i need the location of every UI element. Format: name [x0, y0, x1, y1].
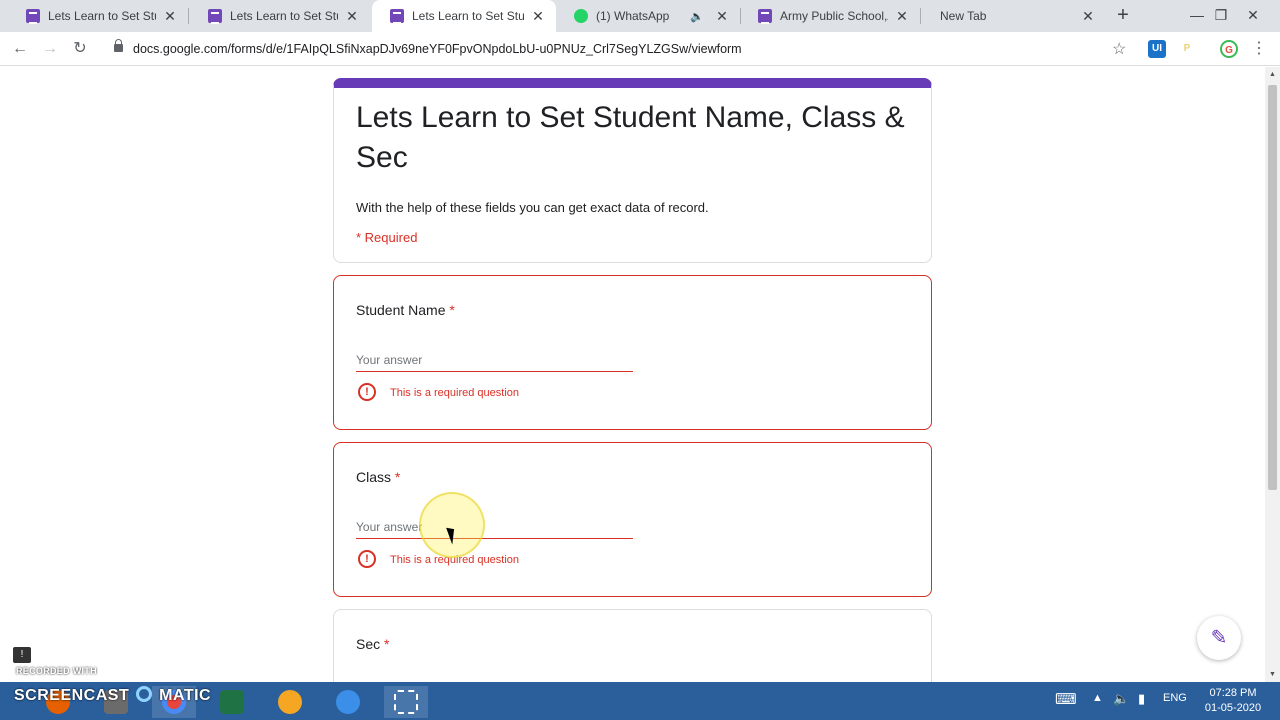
scroll-up-arrow-icon[interactable]: ▲	[1268, 71, 1277, 78]
clock-time: 07:28 PM	[1209, 687, 1257, 699]
question-card-class: Class * ! This is a required question	[333, 442, 932, 597]
browser-tab-6[interactable]: New Tab ✕	[922, 0, 1106, 32]
question-text: Sec	[356, 636, 381, 652]
tab-title: New Tab	[940, 9, 987, 23]
app-icon	[336, 690, 360, 714]
error-icon: !	[358, 550, 376, 568]
question-card-sec: Sec *	[333, 609, 932, 682]
restore-icon[interactable]: ❐	[1206, 0, 1236, 32]
scroll-thumb[interactable]	[1268, 85, 1277, 490]
scroll-down-arrow-icon[interactable]: ▼	[1268, 671, 1277, 678]
browser-toolbar: ← → ↻ docs.google.com/forms/d/e/1FAIpQLS…	[0, 32, 1280, 66]
student-name-input[interactable]	[356, 348, 633, 372]
required-asterisk: *	[394, 469, 401, 485]
taskbar-snipping-tool[interactable]	[384, 686, 428, 718]
required-note: * Required	[356, 230, 418, 245]
clock-date: 01-05-2020	[1204, 702, 1262, 714]
taskbar-app[interactable]	[268, 686, 312, 718]
question-text: Student Name	[356, 302, 446, 318]
new-tab-button[interactable]: +	[1112, 5, 1134, 26]
error-message: This is a required question	[390, 554, 520, 566]
close-icon[interactable]: ✕	[162, 8, 178, 25]
watermark-matic: MATIC	[159, 687, 212, 704]
keyboard-icon[interactable]: ⌨	[1055, 690, 1077, 708]
address-bar[interactable]: docs.google.com/forms/d/e/1FAIpQLSfiNxap…	[100, 36, 1140, 62]
tray-expand-icon[interactable]: ▲	[1092, 692, 1103, 704]
tab-strip: Lets Learn to Set Studen ✕ Lets Learn to…	[0, 0, 1280, 32]
close-icon[interactable]: ✕	[530, 8, 546, 25]
tab-title: Army Public School,Ahm	[780, 9, 888, 23]
taskbar-clock[interactable]: 07:28 PM 01-05-2020	[1198, 686, 1268, 716]
watermark-recorded-with: RECORDED WITH	[16, 666, 97, 676]
watermark-screencast: SCREENCAST	[14, 687, 130, 704]
watermark-o-icon	[136, 686, 153, 702]
question-label: Student Name *	[356, 302, 455, 318]
close-icon[interactable]: ✕	[894, 8, 910, 25]
tab-title: Lets Learn to Set Studen	[48, 9, 156, 23]
reload-icon[interactable]: ↻	[69, 38, 91, 60]
forms-icon	[208, 9, 222, 24]
forms-icon	[26, 9, 40, 24]
error-message: This is a required question	[390, 387, 520, 399]
question-label: Sec *	[356, 636, 389, 652]
class-input[interactable]	[356, 515, 633, 539]
browser-tab-4[interactable]: (1) WhatsApp 🔈 ✕	[556, 0, 741, 32]
recording-alert-icon: !	[13, 647, 31, 663]
question-text: Class	[356, 469, 392, 485]
snipping-tool-icon	[394, 690, 418, 714]
tab-title: (1) WhatsApp	[596, 9, 670, 23]
url-text[interactable]: docs.google.com/forms/d/e/1FAIpQLSfiNxap…	[133, 42, 742, 56]
whatsapp-icon	[574, 9, 588, 23]
speaker-icon[interactable]: 🔈	[690, 10, 704, 23]
browser-tab-3-active[interactable]: Lets Learn to Set Studen ✕	[372, 0, 556, 32]
extension-ui-icon[interactable]: UI	[1148, 40, 1166, 58]
forms-icon	[758, 9, 772, 24]
tab-title: Lets Learn to Set Studen	[412, 9, 524, 23]
back-arrow-icon[interactable]: ←	[9, 38, 31, 60]
watermark-brand: SCREENCAST MATIC	[14, 686, 211, 705]
app-icon	[278, 690, 302, 714]
close-icon[interactable]: ✕	[714, 8, 730, 25]
taskbar-excel[interactable]	[210, 686, 254, 718]
question-card-student-name: Student Name * ! This is a required ques…	[333, 275, 932, 430]
network-icon[interactable]: ▮	[1138, 691, 1145, 707]
form-header-card: Lets Learn to Set Student Name, Class & …	[333, 78, 932, 263]
lock-icon	[114, 39, 123, 52]
tab-separator	[188, 8, 189, 24]
edit-pencil-button[interactable]: ✎	[1197, 616, 1241, 660]
forward-arrow-icon[interactable]: →	[39, 38, 61, 60]
tab-title: Lets Learn to Set Studen	[230, 9, 338, 23]
window-close-icon[interactable]: ✕	[1238, 0, 1268, 32]
close-icon[interactable]: ✕	[1080, 8, 1096, 25]
forms-icon	[390, 9, 404, 24]
bookmark-star-icon[interactable]: ☆	[1112, 39, 1126, 59]
extension-p-icon[interactable]: P	[1178, 40, 1196, 58]
browser-tab-2[interactable]: Lets Learn to Set Studen ✕	[190, 0, 370, 32]
question-label: Class *	[356, 469, 400, 485]
form-title: Lets Learn to Set Student Name, Class & …	[356, 101, 905, 174]
excel-icon	[220, 690, 244, 714]
page-scrollbar[interactable]: ▲ ▼	[1265, 67, 1280, 682]
form-description: With the help of these fields you can ge…	[356, 200, 709, 215]
required-asterisk: *	[449, 302, 455, 318]
taskbar-app[interactable]	[326, 686, 370, 718]
language-indicator[interactable]: ENG	[1163, 692, 1187, 704]
browser-tab-5[interactable]: Army Public School,Ahm ✕	[740, 0, 921, 32]
error-icon: !	[358, 383, 376, 401]
volume-icon[interactable]: 🔈	[1113, 691, 1129, 707]
tab-separator	[920, 8, 921, 24]
required-asterisk: *	[384, 636, 390, 652]
close-icon[interactable]: ✕	[344, 8, 360, 25]
extension-g-icon[interactable]: G	[1220, 40, 1238, 58]
browser-tab-1[interactable]: Lets Learn to Set Studen ✕	[8, 0, 189, 32]
form-page: Lets Learn to Set Student Name, Class & …	[0, 67, 1265, 682]
menu-dots-icon[interactable]: ⋮	[1248, 38, 1270, 60]
